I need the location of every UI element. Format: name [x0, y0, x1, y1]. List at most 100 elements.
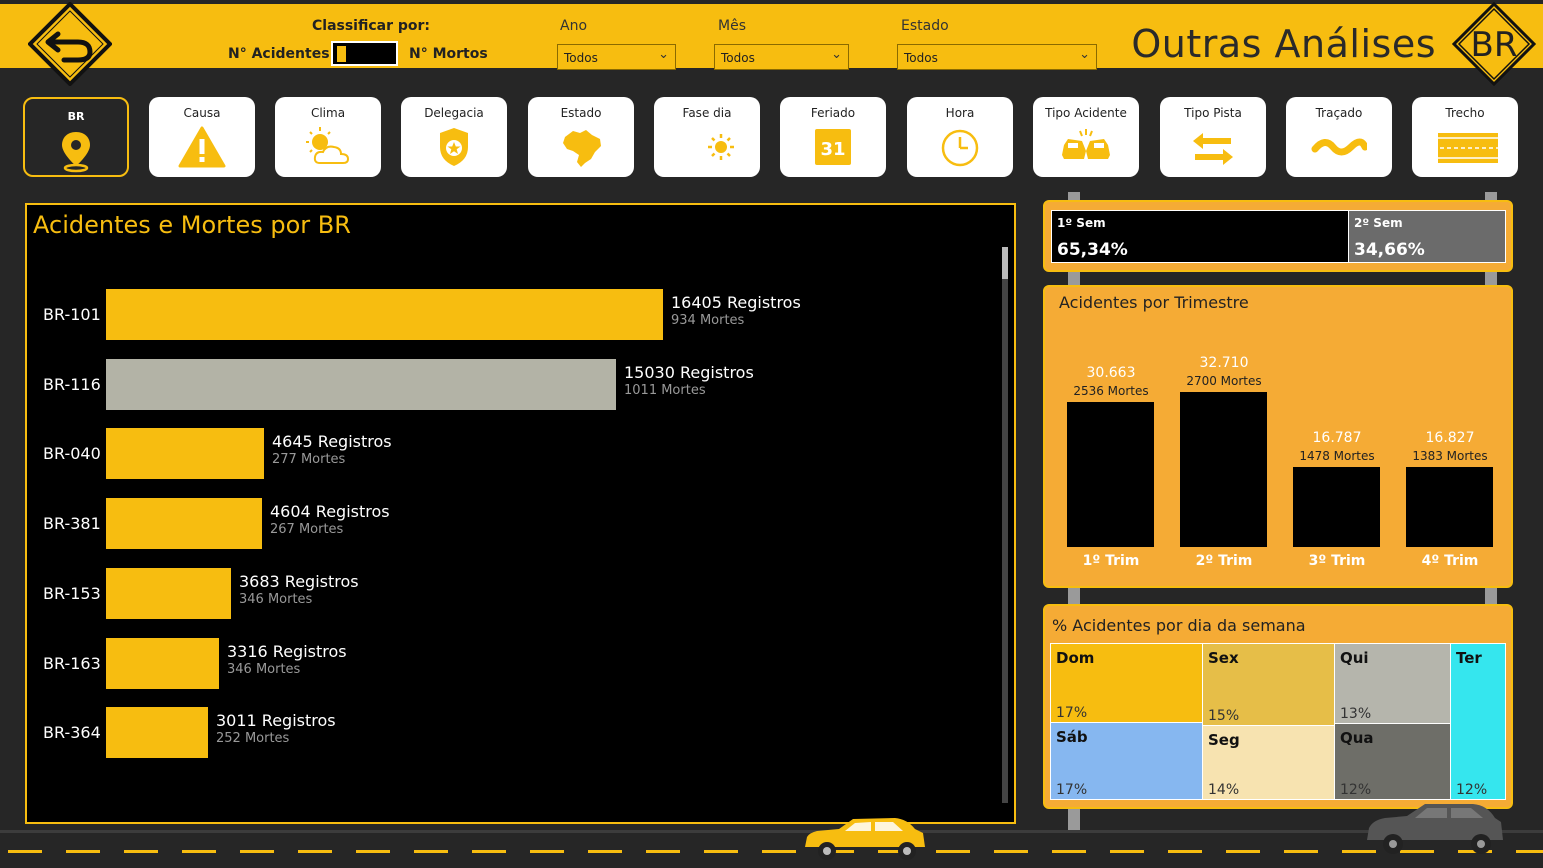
page-title: Outras Análises — [1131, 22, 1436, 66]
bar[interactable] — [106, 359, 616, 410]
lane-line — [704, 850, 738, 853]
calendar-icon: 31 — [815, 129, 851, 165]
moon-sun-icon — [686, 133, 734, 162]
filter-label-mes: Mês — [718, 18, 746, 34]
lane-line — [240, 850, 274, 853]
bar-row[interactable]: BR-364 3011 Registros 252 Mortes — [27, 707, 987, 759]
police-badge-icon — [440, 128, 468, 166]
nav-button-fase-dia[interactable]: Fase dia — [654, 97, 760, 177]
bar-value-label: 4604 Registros — [270, 502, 390, 521]
bar[interactable] — [106, 498, 262, 549]
lane-line — [530, 850, 564, 853]
sun-cloud-icon — [306, 127, 350, 164]
bar[interactable] — [106, 638, 219, 689]
treemap-value: 12% — [1340, 782, 1372, 798]
sign-pole — [1485, 586, 1497, 606]
treemap-value: 14% — [1208, 782, 1240, 798]
nav-button-tipo-acidente[interactable]: Tipo Acidente — [1033, 97, 1139, 177]
sort-toggle[interactable] — [331, 41, 398, 66]
treemap-label: Qua — [1340, 729, 1374, 747]
bar-value-label: 16.787 — [1312, 430, 1362, 446]
chevron-down-icon: ⌄ — [658, 47, 669, 62]
treemap-value: 15% — [1208, 708, 1240, 724]
filter-value-mes: Todos — [721, 51, 755, 65]
treemap-cell-dom[interactable]: Dom 17% — [1050, 643, 1203, 723]
nav-button-delegacia[interactable]: Delegacia — [401, 97, 507, 177]
lane-line — [298, 850, 332, 853]
bar-row[interactable]: BR-040 4645 Registros 277 Mortes — [27, 428, 987, 480]
nav-button-feriado[interactable]: Feriado 31 — [780, 97, 886, 177]
bar-row[interactable]: BR-381 4604 Registros 267 Mortes — [27, 498, 987, 550]
bar-row[interactable]: BR-163 3316 Registros 346 Mortes — [27, 638, 987, 690]
nav-button-causa[interactable]: Causa — [149, 97, 255, 177]
back-arrow-icon[interactable] — [28, 2, 112, 86]
bar[interactable] — [106, 289, 663, 340]
bar-mortes-label: 346 Mortes — [239, 592, 313, 607]
treemap-cell-sab[interactable]: Sáb 17% — [1050, 722, 1203, 800]
treemap-label: Sex — [1208, 649, 1239, 667]
nav-label: Causa — [183, 106, 221, 120]
header-bar: Classificar por: N° Acidentes N° Mortos … — [0, 0, 1543, 86]
toggle-knob — [337, 46, 346, 62]
chart-acidentes-mortes-br: Acidentes e Mortes por BR BR-101 16405 Re… — [25, 203, 1016, 824]
calendar-day: 31 — [820, 139, 845, 160]
bar-row[interactable]: BR-116 15030 Registros 1011 Mortes — [27, 359, 987, 411]
lane-line — [356, 850, 390, 853]
chevron-down-icon: ⌄ — [831, 47, 842, 62]
chart-acidentes-trimestre: Acidentes por Trimestre 30.663 2536 Morte… — [1043, 285, 1513, 588]
lane-line — [1168, 850, 1202, 853]
filter-label-estado: Estado — [901, 18, 949, 34]
bar-category-label: BR-116 — [43, 375, 101, 394]
treemap-cell-qua[interactable]: Qua 12% — [1334, 723, 1451, 800]
treemap-cell-seg[interactable]: Seg 14% — [1202, 725, 1335, 800]
gray-car-icon — [1367, 804, 1503, 854]
treemap-label: Dom — [1056, 649, 1095, 667]
bar-value-label: 16405 Registros — [671, 293, 801, 312]
vertical-scrollbar[interactable] — [1002, 247, 1008, 803]
bar[interactable] — [1180, 392, 1267, 547]
nav-button-estado[interactable]: Estado — [528, 97, 634, 177]
semestre-label: 2º Sem — [1354, 216, 1403, 230]
lane-line — [994, 850, 1028, 853]
nav-button-br[interactable]: BR — [23, 97, 129, 177]
scrollbar-thumb[interactable] — [1002, 247, 1008, 279]
bar-mortes-label: 267 Mortes — [270, 522, 344, 537]
bar-row[interactable]: BR-101 16405 Registros 934 Mortes — [27, 289, 987, 341]
bar-value-label: 3011 Registros — [216, 711, 336, 730]
bar-mortes-label: 2700 Mortes — [1186, 374, 1262, 388]
br-road-sign-icon: BR — [1452, 2, 1536, 86]
bar-mortes-label: 252 Mortes — [216, 731, 290, 746]
chart-title: % Acidentes por dia da semana — [1052, 616, 1306, 635]
nav-button-hora[interactable]: Hora — [907, 97, 1013, 177]
bar[interactable] — [1293, 467, 1380, 547]
semestre-value: 34,66% — [1354, 240, 1425, 260]
nav-button-tracado[interactable]: Traçado — [1286, 97, 1392, 177]
bar[interactable] — [106, 568, 231, 619]
lane-line — [762, 850, 796, 853]
nav-label: Delegacia — [424, 106, 484, 120]
filter-select-mes[interactable]: Todos ⌄ — [714, 44, 849, 70]
bar-value-label: 3316 Registros — [227, 642, 347, 661]
bar[interactable] — [1067, 402, 1154, 547]
bar-row[interactable]: BR-153 3683 Registros 346 Mortes — [27, 568, 987, 620]
filter-select-ano[interactable]: Todos ⌄ — [557, 44, 676, 70]
treemap-cell-ter[interactable]: Ter 12% — [1450, 643, 1506, 800]
bar-mortes-label: 346 Mortes — [227, 662, 301, 677]
bar[interactable] — [1406, 467, 1493, 547]
bar[interactable] — [106, 428, 264, 479]
sort-option-acidentes: N° Acidentes — [228, 46, 330, 62]
filter-select-estado[interactable]: Todos ⌄ — [897, 44, 1097, 70]
treemap-value: 13% — [1340, 706, 1372, 722]
nav-button-tipo-pista[interactable]: Tipo Pista — [1160, 97, 1266, 177]
treemap-cell-qui[interactable]: Qui 13% — [1334, 643, 1451, 724]
treemap-value: 17% — [1056, 705, 1088, 721]
clock-icon — [941, 129, 979, 167]
lane-line — [8, 850, 42, 853]
nav-button-trecho[interactable]: Trecho — [1412, 97, 1518, 177]
bar[interactable] — [106, 707, 208, 758]
car-crash-icon — [1062, 129, 1110, 159]
nav-label: Tipo Acidente — [1045, 106, 1127, 120]
nav-label: Feriado — [810, 106, 856, 120]
treemap-cell-sex[interactable]: Sex 15% — [1202, 643, 1335, 726]
nav-button-clima[interactable]: Clima — [275, 97, 381, 177]
